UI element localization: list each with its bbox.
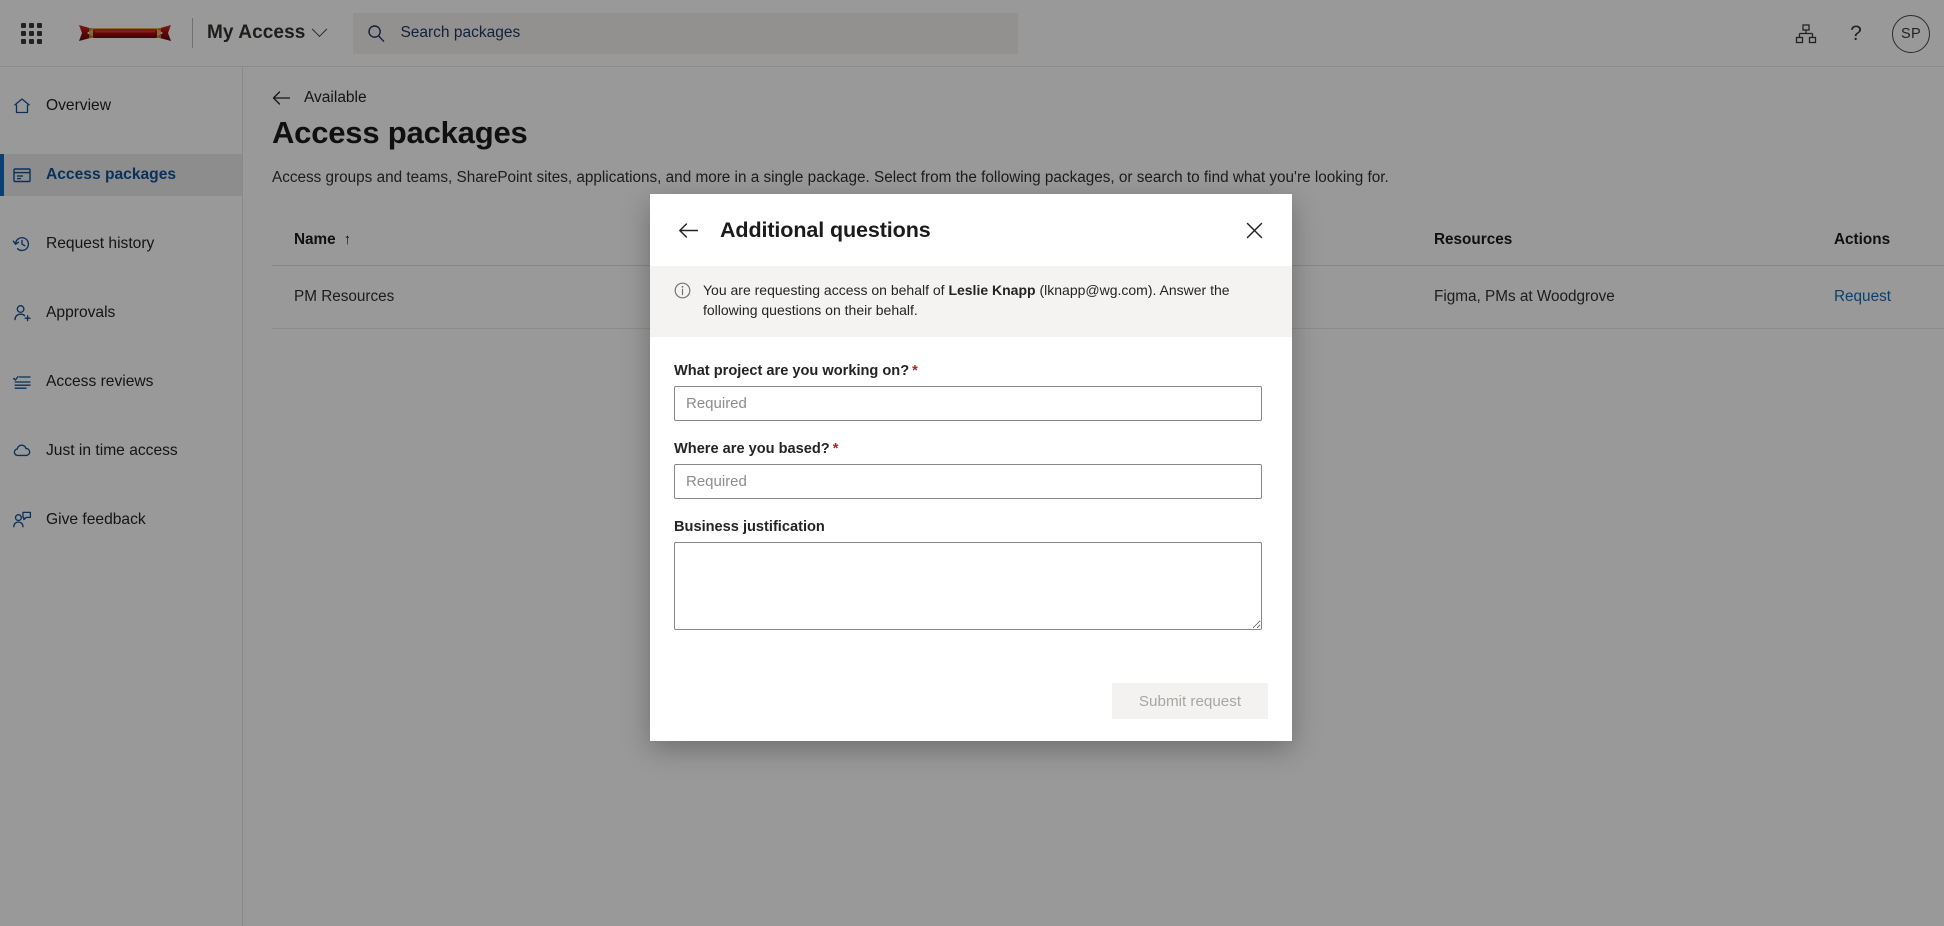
required-marker: * [912,363,918,379]
submit-request-button[interactable]: Submit request [1112,683,1268,719]
info-banner-text: You are requesting access on behalf of L… [703,280,1263,321]
field-based-label: Where are you based?* [674,441,1268,457]
field-business-justification-label: Business justification [674,519,1268,535]
business-justification-textarea[interactable] [674,542,1262,630]
dialog-title: Additional questions [720,218,931,243]
required-marker: * [833,441,839,457]
app-root: My Access Search packages [0,0,1944,926]
field-project-label: What project are you working on?* [674,363,1268,379]
based-input[interactable] [674,464,1262,499]
info-person-name: Leslie Knapp [948,282,1035,298]
field-business-justification-label-text: Business justification [674,519,825,535]
dialog-footer: Submit request [650,679,1292,741]
field-project-label-text: What project are you working on? [674,363,909,379]
field-project: What project are you working on?* [674,363,1268,421]
dialog-back-button[interactable] [674,215,704,245]
close-icon [1246,222,1263,239]
back-arrow-icon [678,222,700,239]
project-input[interactable] [674,386,1262,421]
on-behalf-of-info-banner: You are requesting access on behalf of L… [650,266,1292,337]
info-icon [674,280,691,321]
additional-questions-dialog: Additional questions You are requesting … [650,194,1292,741]
dialog-close-button[interactable] [1238,214,1270,246]
info-prefix: You are requesting access on behalf of [703,282,948,298]
dialog-form: What project are you working on?* Where … [650,337,1292,679]
dialog-header: Additional questions [650,194,1292,266]
field-based-label-text: Where are you based? [674,441,830,457]
field-business-justification: Business justification [674,519,1268,635]
field-based: Where are you based?* [674,441,1268,499]
